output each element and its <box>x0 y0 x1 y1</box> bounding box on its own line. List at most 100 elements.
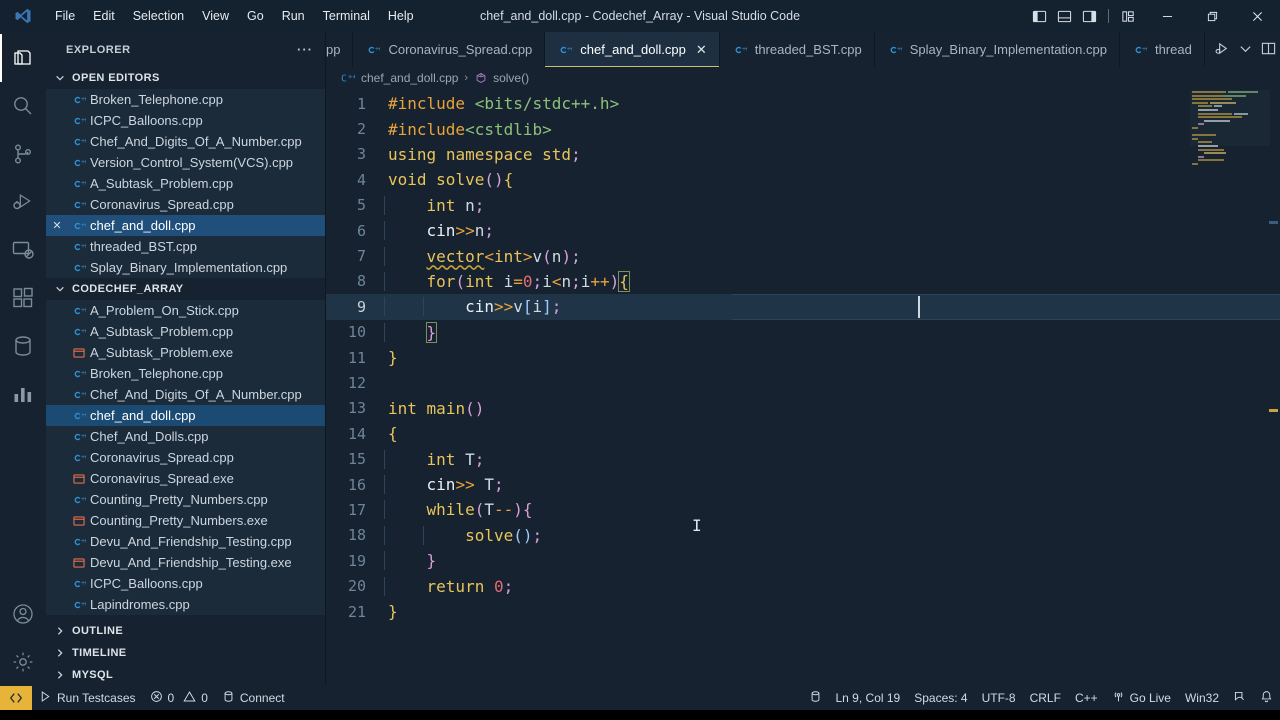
section-folder[interactable]: CODECHEF_ARRAY <box>46 278 325 300</box>
file-tree-item[interactable]: ++Coronavirus_Spread.cpp <box>46 447 325 468</box>
editor-tab[interactable]: ++ chef_and_doll.cpp ✕ <box>545 32 720 67</box>
editor-tab[interactable]: pp <box>326 32 354 67</box>
code-line[interactable]: 7 vector<int>v(n); <box>326 243 1280 268</box>
sidebar-section-timeline[interactable]: TIMELINE <box>46 642 325 664</box>
code-line[interactable]: 18 solve(); <box>326 523 1280 548</box>
close-button[interactable] <box>1235 0 1280 32</box>
code-line[interactable]: 19 } <box>326 548 1280 573</box>
status-run-testcases[interactable]: Run Testcases <box>32 686 143 710</box>
activity-settings-gear-icon[interactable] <box>0 638 46 686</box>
customize-layout-icon[interactable] <box>1117 5 1139 27</box>
code-line[interactable]: 11} <box>326 345 1280 370</box>
split-editor-icon[interactable] <box>1261 41 1276 59</box>
file-tree-item[interactable]: ++A_Problem_On_Stick.cpp <box>46 300 325 321</box>
run-or-debug-icon[interactable] <box>1215 41 1230 59</box>
menu-file[interactable]: File <box>46 4 84 28</box>
activity-run-and-debug[interactable] <box>0 178 46 226</box>
chevron-down-icon[interactable] <box>1238 41 1253 59</box>
file-tree-item[interactable]: A_Subtask_Problem.exe <box>46 342 325 363</box>
activity-accounts[interactable] <box>0 590 46 638</box>
status-language-mode[interactable]: C++ <box>1068 686 1105 710</box>
status-connect[interactable]: Connect <box>215 686 292 710</box>
editor-scrollbar[interactable] <box>1266 89 1280 686</box>
code-line[interactable]: 1 #include <bits/stdc++.h> <box>326 91 1280 116</box>
status-problems[interactable]: 0 0 <box>143 686 215 710</box>
layout-controls[interactable] <box>1028 5 1145 27</box>
activity-extensions[interactable] <box>0 274 46 322</box>
activity-explorer[interactable] <box>0 34 46 82</box>
activity-remote-explorer[interactable] <box>0 226 46 274</box>
menu-terminal[interactable]: Terminal <box>314 4 379 28</box>
status-go-live[interactable]: Go Live <box>1105 686 1178 710</box>
section-open-editors[interactable]: OPEN EDITORS <box>46 67 325 89</box>
open-editor-item[interactable]: ++Chef_And_Digits_Of_A_Number.cpp <box>46 131 325 152</box>
editor-tab[interactable]: ++ Coronavirus_Spread.cpp <box>353 32 546 67</box>
toggle-primary-sidebar-icon[interactable] <box>1028 5 1050 27</box>
open-editor-item[interactable]: ++Coronavirus_Spread.cpp <box>46 194 325 215</box>
file-tree-item[interactable]: ++ICPC_Balloons.cpp <box>46 573 325 594</box>
menu-help[interactable]: Help <box>379 4 423 28</box>
editor-tab[interactable]: ++ threaded_BST.cpp <box>719 32 875 67</box>
open-editor-item[interactable]: ++threaded_BST.cpp <box>46 236 325 257</box>
code-line[interactable]: 8 for(int i=0;i<n;i++){ <box>326 269 1280 294</box>
code-line[interactable]: 17 while(T--){ <box>326 497 1280 522</box>
code-editor[interactable]: 1 #include <bits/stdc++.h> 2 #include<cstdl… <box>326 89 1280 686</box>
close-tab-icon[interactable]: ✕ <box>696 42 707 58</box>
status-db-icon-right[interactable] <box>802 686 829 710</box>
file-tree-item[interactable]: ++Devu_And_Friendship_Testing.cpp <box>46 531 325 552</box>
restore-button[interactable] <box>1190 0 1235 32</box>
menu-view[interactable]: View <box>193 4 238 28</box>
file-tree-item[interactable]: ++Lapindromes.cpp <box>46 594 325 615</box>
open-editor-item[interactable]: ++Version_Control_System(VCS).cpp <box>46 152 325 173</box>
status-eol[interactable]: CRLF <box>1023 686 1068 710</box>
code-line[interactable]: 20 return 0; <box>326 573 1280 598</box>
file-tree-item[interactable]: ++Broken_Telephone.cpp <box>46 363 325 384</box>
open-editor-item[interactable]: ++Broken_Telephone.cpp <box>46 89 325 110</box>
code-line[interactable]: 21} <box>326 599 1280 624</box>
file-tree-item[interactable]: Devu_And_Friendship_Testing.exe <box>46 552 325 573</box>
code-line[interactable]: 3 using namespace std; <box>326 142 1280 167</box>
breadcrumb-file[interactable]: chef_and_doll.cpp <box>361 71 458 85</box>
code-line[interactable]: 14 { <box>326 421 1280 446</box>
code-line[interactable]: 5 int n; <box>326 193 1280 218</box>
minimize-button[interactable] <box>1145 0 1190 32</box>
menu-edit[interactable]: Edit <box>84 4 124 28</box>
close-editor-icon[interactable]: ✕ <box>46 219 68 232</box>
editor-tab[interactable]: ++ Splay_Binary_Implementation.cpp <box>874 32 1120 67</box>
file-tree-item[interactable]: ++chef_and_doll.cpp <box>46 405 325 426</box>
activity-search[interactable] <box>0 82 46 130</box>
editor-tab[interactable]: ++ thread <box>1119 32 1205 67</box>
menu-selection[interactable]: Selection <box>124 4 193 28</box>
status-encoding[interactable]: UTF-8 <box>975 686 1023 710</box>
sidebar-section-mysql[interactable]: MYSQL <box>46 664 325 686</box>
code-line[interactable]: 2 #include<cstdlib> <box>326 116 1280 141</box>
file-tree-item[interactable]: Counting_Pretty_Numbers.exe <box>46 510 325 531</box>
code-line[interactable]: 13 int main() <box>326 396 1280 421</box>
code-line[interactable]: 6 cin>>n; <box>326 218 1280 243</box>
sidebar-more-actions-icon[interactable]: ··· <box>297 42 313 57</box>
activity-source-control[interactable] <box>0 130 46 178</box>
file-tree-item[interactable]: ++A_Subtask_Problem.cpp <box>46 321 325 342</box>
file-tree-item[interactable]: ++Chef_And_Digits_Of_A_Number.cpp <box>46 384 325 405</box>
minimap-slider[interactable] <box>1190 90 1270 146</box>
open-editor-item[interactable]: ++ICPC_Balloons.cpp <box>46 110 325 131</box>
code-line[interactable]: 10 } <box>326 320 1280 345</box>
menu-go[interactable]: Go <box>238 4 273 28</box>
open-editor-item[interactable]: ++A_Subtask_Problem.cpp <box>46 173 325 194</box>
menu-run[interactable]: Run <box>273 4 314 28</box>
activity-database[interactable] <box>0 322 46 370</box>
code-line[interactable]: 12 <box>326 370 1280 395</box>
file-tree-item[interactable]: ++Chef_And_Dolls.cpp <box>46 426 325 447</box>
open-editor-item[interactable]: ✕++chef_and_doll.cpp <box>46 215 325 236</box>
code-line[interactable]: 4 void solve(){ <box>326 167 1280 192</box>
code-line[interactable]: 15 int T; <box>326 446 1280 471</box>
file-tree-item[interactable]: ++Counting_Pretty_Numbers.cpp <box>46 489 325 510</box>
toggle-secondary-sidebar-icon[interactable] <box>1078 5 1100 27</box>
status-feedback[interactable] <box>1226 686 1253 710</box>
code-line[interactable]: 9 cin>>v[i]; <box>326 294 1280 320</box>
file-tree-item[interactable]: Coronavirus_Spread.exe <box>46 468 325 489</box>
sidebar-section-outline[interactable]: OUTLINE <box>46 620 325 642</box>
activity-chart[interactable] <box>0 370 46 418</box>
status-platform[interactable]: Win32 <box>1178 686 1226 710</box>
status-notifications[interactable] <box>1253 686 1280 710</box>
